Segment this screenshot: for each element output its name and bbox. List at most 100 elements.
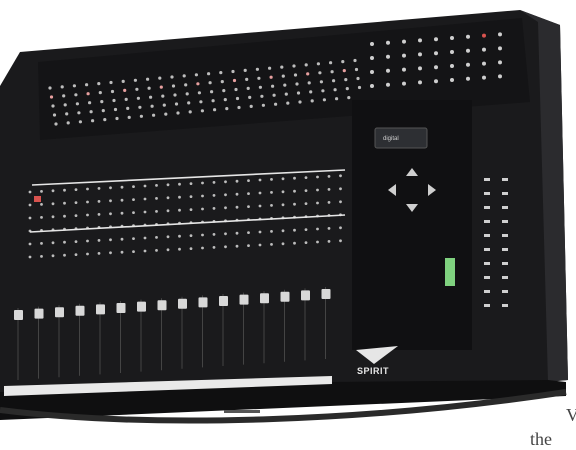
knob bbox=[98, 91, 102, 95]
knob bbox=[272, 93, 276, 97]
knob bbox=[66, 121, 70, 125]
fader-cap bbox=[178, 298, 187, 309]
fader-cap bbox=[157, 300, 167, 311]
knob bbox=[155, 197, 158, 200]
knob bbox=[237, 105, 241, 110]
knob bbox=[166, 248, 170, 252]
knob bbox=[261, 103, 265, 107]
fader-cap bbox=[280, 291, 290, 302]
knob bbox=[110, 89, 115, 94]
knob bbox=[327, 175, 331, 178]
knob bbox=[270, 243, 273, 246]
knob bbox=[333, 88, 337, 92]
knob bbox=[201, 246, 204, 250]
knob bbox=[115, 116, 119, 121]
knob bbox=[52, 113, 57, 117]
jack-socket bbox=[498, 60, 502, 65]
fader-cap bbox=[55, 307, 64, 318]
knob bbox=[51, 215, 55, 219]
knob bbox=[75, 102, 79, 106]
knob bbox=[28, 216, 32, 220]
level-meter bbox=[445, 258, 455, 286]
knob bbox=[63, 253, 66, 257]
knob bbox=[123, 88, 127, 92]
knob bbox=[316, 175, 319, 179]
knob bbox=[155, 184, 158, 187]
knob bbox=[74, 93, 78, 97]
knob bbox=[304, 63, 308, 67]
jack-socket bbox=[418, 52, 422, 57]
knob bbox=[224, 245, 227, 249]
knob bbox=[243, 68, 247, 72]
knob bbox=[109, 199, 112, 203]
fader-cap bbox=[198, 297, 208, 308]
knob bbox=[235, 205, 239, 209]
knob bbox=[189, 182, 193, 186]
knob bbox=[339, 200, 342, 204]
knob bbox=[274, 102, 278, 106]
knob bbox=[224, 180, 227, 184]
knob bbox=[189, 195, 193, 199]
jack-socket bbox=[418, 38, 422, 43]
knob bbox=[249, 104, 253, 108]
control-button bbox=[502, 192, 508, 195]
knob bbox=[293, 73, 298, 77]
knob bbox=[135, 87, 139, 91]
knob bbox=[304, 176, 308, 180]
knob bbox=[166, 235, 170, 239]
knob bbox=[304, 202, 308, 206]
knob bbox=[222, 89, 226, 93]
control-button bbox=[484, 192, 490, 195]
knob bbox=[329, 61, 333, 65]
knob bbox=[185, 92, 189, 96]
knob bbox=[74, 240, 78, 244]
knob bbox=[97, 213, 101, 216]
knob bbox=[174, 102, 179, 106]
knob bbox=[201, 181, 204, 185]
knob bbox=[40, 242, 43, 245]
knob bbox=[189, 234, 193, 238]
control-button bbox=[502, 178, 508, 181]
knob bbox=[178, 208, 181, 212]
knob bbox=[295, 82, 299, 86]
jack-socket bbox=[466, 48, 470, 53]
knob bbox=[40, 203, 43, 206]
knob bbox=[270, 178, 273, 181]
knob bbox=[307, 81, 311, 85]
knob bbox=[248, 95, 252, 99]
jack-socket bbox=[482, 61, 486, 66]
jack-socket bbox=[418, 80, 422, 85]
knob bbox=[224, 206, 227, 210]
knob bbox=[182, 74, 186, 78]
jack-socket bbox=[402, 81, 406, 86]
knob bbox=[63, 103, 67, 107]
knob bbox=[65, 112, 69, 116]
knob bbox=[223, 98, 227, 102]
jack-socket bbox=[450, 64, 454, 68]
knob bbox=[109, 212, 112, 216]
knob bbox=[225, 107, 229, 111]
knob bbox=[178, 247, 181, 251]
fader-cap bbox=[260, 293, 269, 304]
jack-socket bbox=[386, 40, 390, 45]
control-button bbox=[502, 304, 508, 307]
knob bbox=[322, 98, 326, 102]
knob bbox=[196, 82, 200, 86]
knob bbox=[146, 77, 150, 81]
knob bbox=[224, 232, 227, 236]
jack-socket bbox=[370, 84, 374, 88]
knob bbox=[120, 237, 124, 241]
knob bbox=[109, 80, 113, 85]
knob bbox=[220, 80, 224, 84]
knob bbox=[224, 193, 227, 197]
knob bbox=[155, 249, 158, 252]
knob bbox=[255, 67, 259, 71]
knob bbox=[208, 81, 212, 85]
knob bbox=[339, 226, 342, 230]
jack-socket bbox=[370, 42, 374, 46]
knob bbox=[347, 96, 351, 100]
jack-socket bbox=[450, 78, 454, 82]
knob bbox=[28, 242, 32, 246]
knob bbox=[150, 104, 154, 108]
knob bbox=[356, 76, 360, 81]
